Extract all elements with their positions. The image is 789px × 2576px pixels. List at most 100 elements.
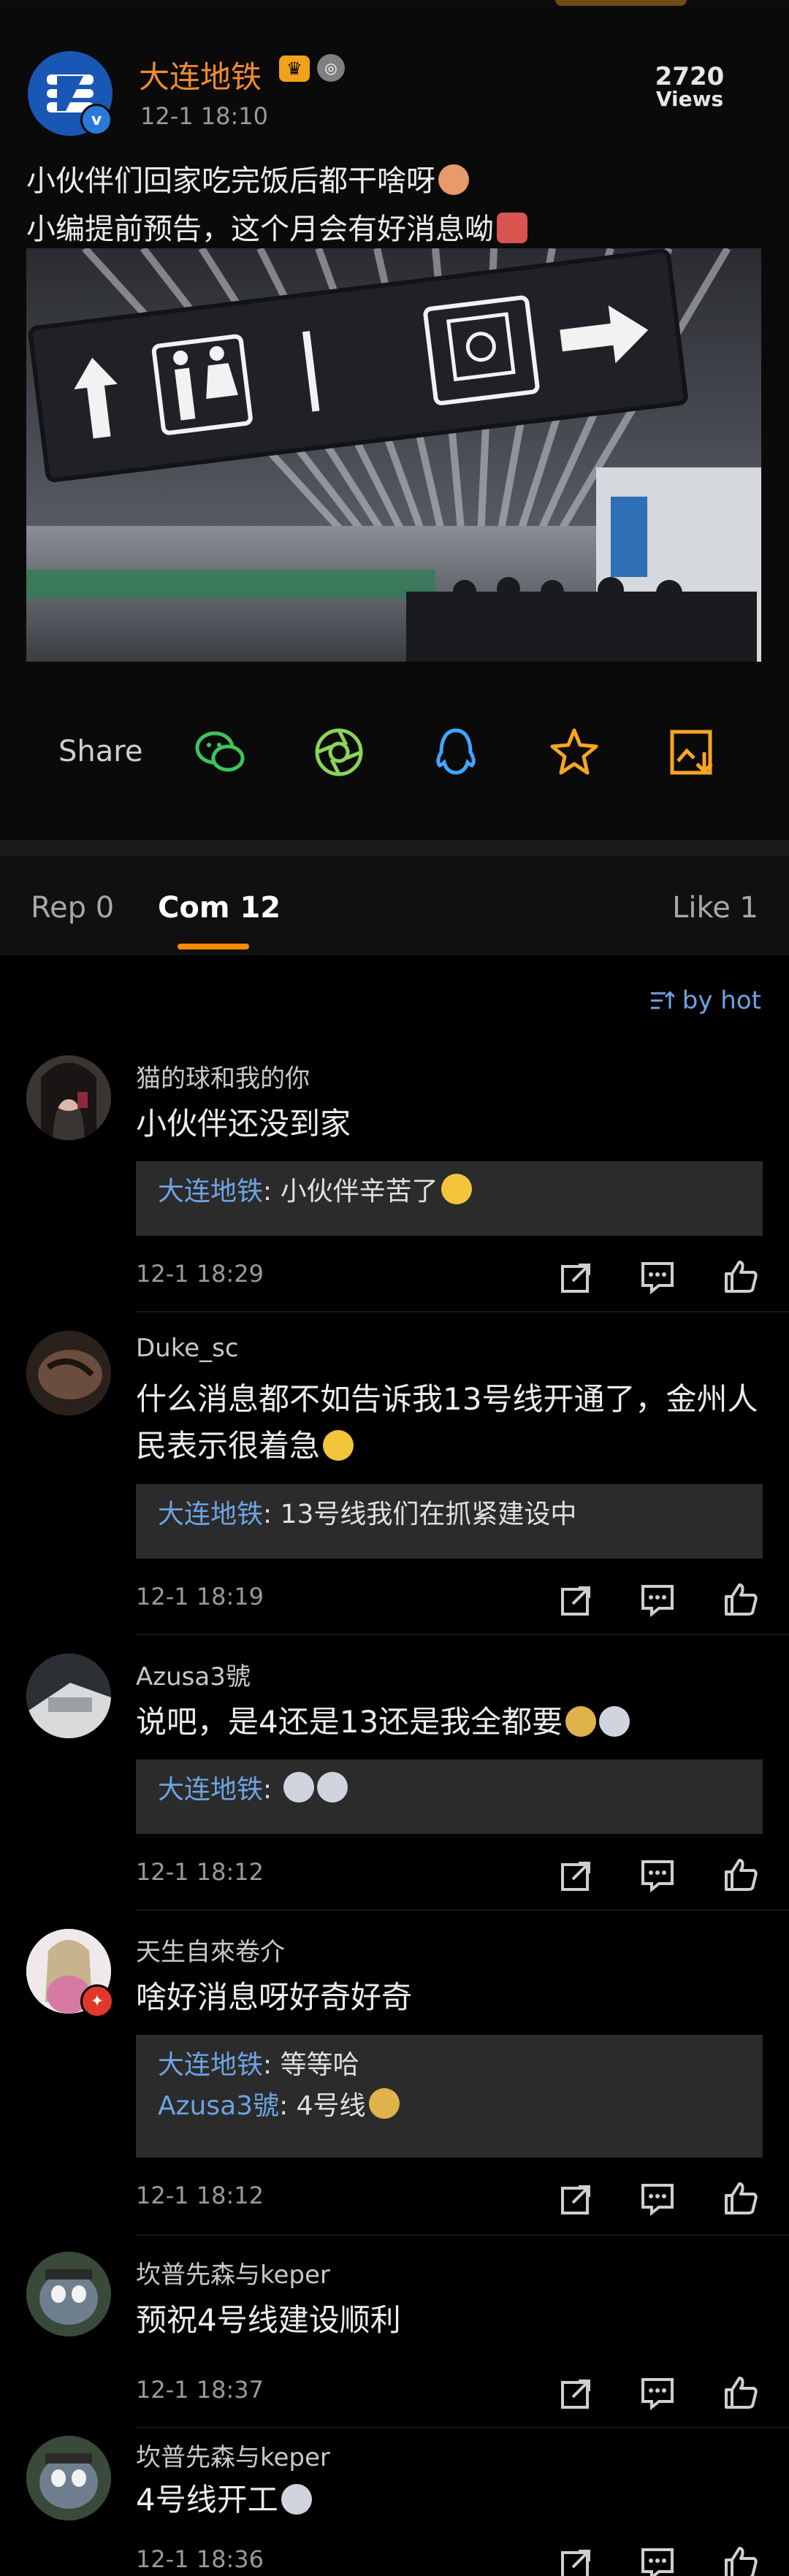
- blush-emoji-icon: [497, 213, 527, 243]
- forward-icon[interactable]: [555, 2372, 596, 2413]
- comment-divider: [136, 1311, 789, 1312]
- avatar-photo: [26, 2436, 111, 2520]
- member-badge-icon: ✦: [80, 1984, 114, 2018]
- wechat-icon[interactable]: [191, 723, 250, 781]
- reply-text: : 等等哈: [263, 2050, 359, 2080]
- reply-author[interactable]: Azusa3號: [158, 2091, 279, 2121]
- qq-icon[interactable]: [427, 723, 485, 781]
- husky-emoji-icon: [283, 1772, 314, 1803]
- status-strip: [0, 0, 789, 7]
- avatar-photo: [26, 1331, 111, 1415]
- avatar-photo: [26, 1654, 111, 1738]
- sort-icon: [650, 990, 676, 1009]
- face-emoji-icon: [438, 164, 469, 195]
- reply-box[interactable]: 大连地铁: 等等哈 Azusa3號: 4号线: [136, 2035, 763, 2158]
- share-label: Share: [58, 735, 143, 768]
- like-thumb-icon[interactable]: [720, 1579, 761, 1620]
- tab-reposts[interactable]: Rep 0: [31, 891, 114, 925]
- husky-emoji-icon: [281, 2484, 312, 2515]
- forward-icon[interactable]: [555, 2178, 596, 2219]
- comment-text: 说吧，是4还是13还是我全都要: [136, 1699, 764, 1746]
- tab-likes[interactable]: Like 1: [672, 891, 758, 925]
- reply-icon[interactable]: [637, 1854, 678, 1895]
- reply-author[interactable]: 大连地铁: [158, 1775, 263, 1805]
- post-text: 小伙伴们回家吃完饭后都干啥呀 小编提前预告，这个月会有好消息呦: [26, 157, 527, 253]
- reply-box[interactable]: 大连地铁: 13号线我们在抓紧建设中: [136, 1484, 763, 1559]
- reply-icon[interactable]: [637, 2178, 678, 2219]
- comment-text: 4号线开工: [136, 2477, 764, 2523]
- reply-author[interactable]: 大连地铁: [158, 1499, 263, 1529]
- commenter-name[interactable]: 猫的球和我的你: [136, 1058, 310, 1094]
- comment-time: 12-1 18:19: [136, 1583, 264, 1610]
- commenter-avatar[interactable]: [26, 1055, 111, 1140]
- reply-icon[interactable]: [637, 2372, 678, 2413]
- reply-icon[interactable]: [637, 1579, 678, 1620]
- post-text-line2: 小编提前预告，这个月会有好消息呦: [26, 213, 494, 246]
- avatar-photo: [26, 2252, 111, 2336]
- like-thumb-icon[interactable]: [720, 2542, 761, 2576]
- prev-item-edge: [555, 0, 687, 6]
- vip-crown-icon: ♛: [279, 56, 310, 82]
- comment-text: 预祝4号线建设顺利: [136, 2302, 401, 2338]
- reply-icon[interactable]: [637, 1256, 678, 1297]
- commenter-name[interactable]: 坎普先森与keper: [136, 2437, 330, 2473]
- tab-active-indicator: [178, 944, 249, 949]
- cat-emoji-icon: [565, 1706, 597, 1737]
- reply-line: Azusa3號: 4号线: [158, 2086, 741, 2127]
- comment-actions: [555, 1256, 767, 1297]
- commenter-name[interactable]: 天生自來卷介: [136, 1932, 285, 1968]
- author-name[interactable]: 大连地铁: [139, 53, 262, 97]
- like-thumb-icon[interactable]: [720, 2372, 761, 2413]
- forward-icon[interactable]: [555, 1854, 596, 1895]
- reply-line: 大连地铁: 小伙伴辛苦了: [158, 1172, 741, 1212]
- share-bar: Share: [0, 707, 789, 795]
- medal-icon: ◎: [317, 54, 345, 82]
- husky-emoji-icon: [599, 1706, 630, 1737]
- interaction-tabs: Rep 0 Com 12 Like 1: [0, 856, 789, 955]
- reply-text: :: [263, 1775, 281, 1805]
- section-divider: [0, 840, 789, 856]
- commenter-avatar[interactable]: [26, 1331, 111, 1415]
- moments-icon[interactable]: [310, 723, 368, 781]
- tired-emoji-icon: [441, 1174, 472, 1204]
- like-thumb-icon[interactable]: [720, 1256, 761, 1297]
- reply-box[interactable]: 大连地铁: 小伙伴辛苦了: [136, 1161, 763, 1236]
- sort-by-hot-button[interactable]: by hot: [649, 986, 761, 1015]
- forward-icon[interactable]: [555, 1579, 596, 1620]
- cat-emoji-icon: [368, 2088, 400, 2119]
- comment-time: 12-1 18:12: [136, 2182, 264, 2209]
- commenter-name[interactable]: 坎普先森与keper: [136, 2255, 330, 2290]
- forward-icon[interactable]: [555, 2542, 596, 2576]
- views-number: 2720: [655, 62, 725, 91]
- save-image-icon[interactable]: [663, 723, 722, 781]
- comment-time: 12-1 18:37: [136, 2376, 264, 2404]
- commenter-avatar[interactable]: [26, 2252, 111, 2336]
- commenter-avatar[interactable]: [26, 1654, 111, 1738]
- commenter-name[interactable]: Azusa3號: [136, 1656, 251, 1692]
- forward-icon[interactable]: [555, 1256, 596, 1297]
- subway-station-photo: [26, 248, 761, 662]
- views-label: Views: [655, 87, 724, 111]
- comment-actions: [555, 1579, 767, 1620]
- comment-divider: [136, 2234, 789, 2236]
- commenter-avatar[interactable]: [26, 2436, 111, 2520]
- like-thumb-icon[interactable]: [720, 2178, 761, 2219]
- comment-divider: [136, 1909, 789, 1911]
- favorite-star-icon[interactable]: [545, 723, 603, 781]
- commenter-name[interactable]: Duke_sc: [136, 1334, 239, 1363]
- comment-time: 12-1 18:36: [136, 2545, 264, 2573]
- post-image[interactable]: [26, 248, 761, 662]
- reply-icon[interactable]: [637, 2542, 678, 2576]
- verified-badge: v: [80, 104, 113, 136]
- reply-text: : 4号线: [279, 2091, 366, 2121]
- comment-divider: [136, 1634, 789, 1635]
- reply-author[interactable]: 大连地铁: [158, 1177, 263, 1207]
- post-time: 12-1 18:10: [140, 102, 269, 130]
- reply-line: 大连地铁: 等等哈: [158, 2045, 741, 2086]
- reply-author[interactable]: 大连地铁: [158, 2050, 263, 2080]
- like-thumb-icon[interactable]: [720, 1854, 761, 1895]
- reply-box[interactable]: 大连地铁:: [136, 1759, 763, 1834]
- comment-text-body: 啥好消息呀好奇好奇: [136, 1979, 413, 2015]
- tab-comments[interactable]: Com 12: [158, 891, 281, 925]
- comment-text: 小伙伴还没到家: [136, 1106, 351, 1142]
